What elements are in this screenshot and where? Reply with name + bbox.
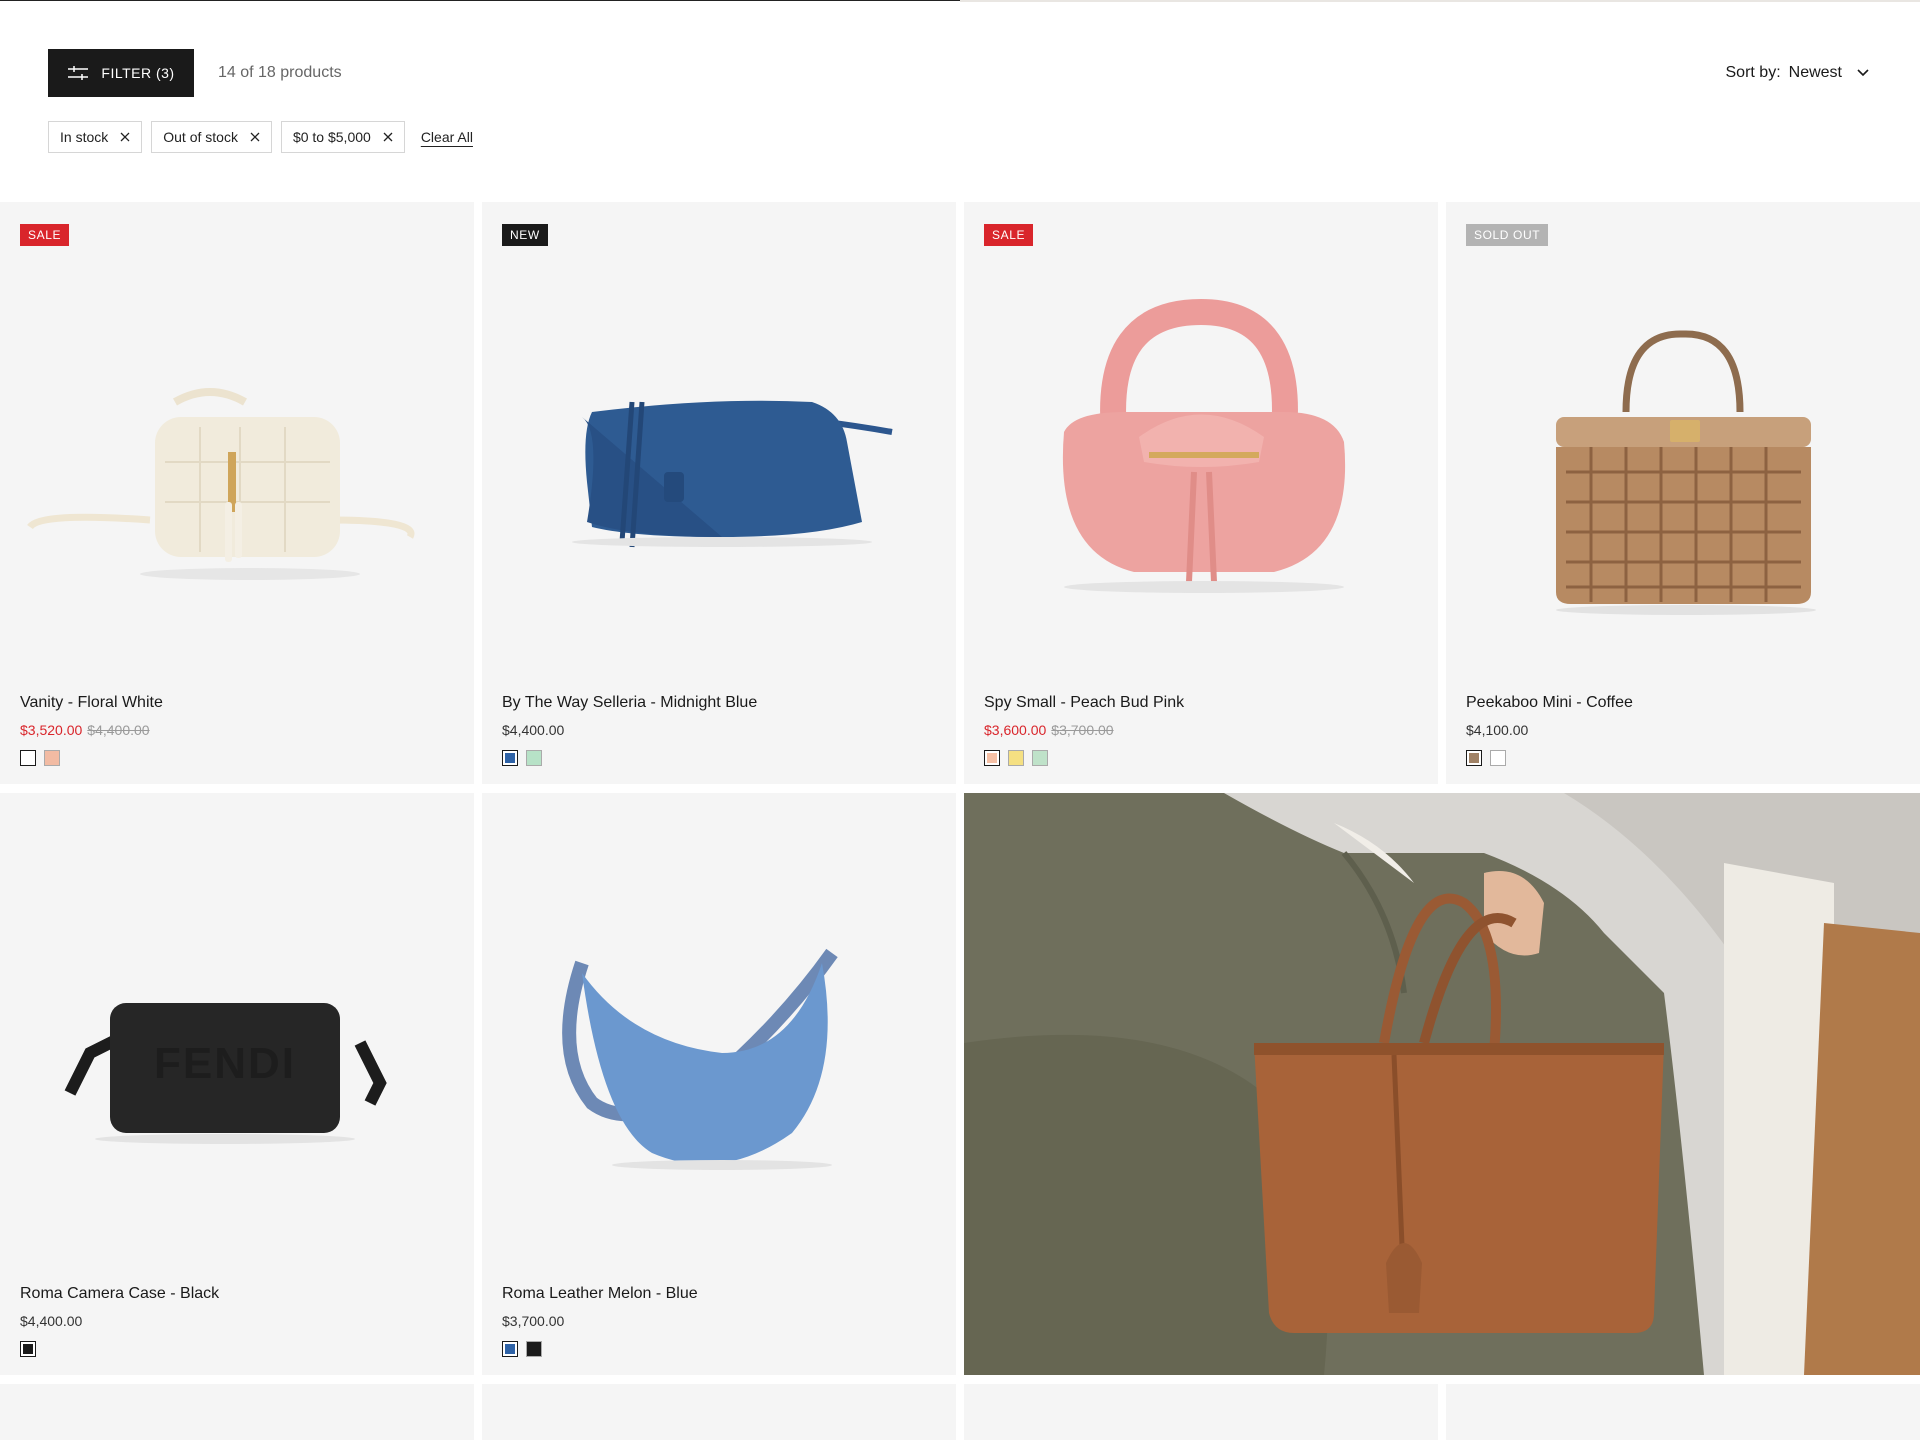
sort-value: Newest [1788,64,1842,81]
color-swatches [502,1341,936,1357]
color-swatch[interactable] [1032,750,1048,766]
chip-label: In stock [60,129,109,145]
filter-chip-price[interactable]: $0 to $5,000 [280,121,405,153]
product-price: $4,100.00 [1466,722,1529,738]
hero-image-edge [960,0,1920,2]
product-prices: $4,400.00 [20,1313,454,1329]
product-prices: $4,400.00 [502,722,936,738]
chip-label: Out of stock [163,129,238,145]
product-name[interactable]: Spy Small - Peach Bud Pink [984,694,1418,712]
product-prices: $4,100.00 [1466,722,1900,738]
active-filters: In stock Out of stock $0 to $5,000 Clear… [48,121,473,153]
product-price: $3,700.00 [502,1313,565,1329]
product-card[interactable]: NEW By The Way Selleria - Midnight Blue … [482,202,956,784]
filter-chip-out-of-stock[interactable]: Out of stock [151,121,272,153]
product-image[interactable] [482,933,956,1253]
product-name[interactable]: By The Way Selleria - Midnight Blue [502,694,936,712]
product-card[interactable]: SALE Spy Small - Peach Bud Pink $3,600.0… [964,202,1438,784]
color-swatch[interactable] [44,750,60,766]
filter-button[interactable]: FILTER (3) [48,49,194,97]
product-image[interactable]: FENDI [0,943,474,1243]
color-swatch[interactable] [526,1341,542,1357]
product-info: Vanity - Floral White $3,520.00 $4,400.0… [20,694,454,766]
sale-badge: SALE [20,224,70,246]
compare-price: $4,400.00 [87,722,150,738]
color-swatch[interactable] [984,750,1000,766]
new-badge: NEW [502,224,548,246]
product-card[interactable] [964,1384,1438,1440]
filter-chip-in-stock[interactable]: In stock [48,121,143,153]
product-price: $4,400.00 [20,1313,83,1329]
color-swatch[interactable] [1466,750,1482,766]
color-swatch[interactable] [20,750,36,766]
color-swatches [20,1341,454,1357]
color-swatch[interactable] [526,750,542,766]
product-price: $4,400.00 [502,722,565,738]
product-info: Roma Camera Case - Black $4,400.00 [20,1285,454,1357]
sold-out-badge: SOLD OUT [1466,224,1549,246]
color-swatch[interactable] [20,1341,36,1357]
product-name[interactable]: Vanity - Floral White [20,694,454,712]
compare-price: $3,700.00 [1051,722,1114,738]
product-name[interactable]: Roma Leather Melon - Blue [502,1285,936,1303]
color-swatch[interactable] [1008,750,1024,766]
color-swatches [984,750,1418,766]
sort-label: Sort by: [1725,64,1781,81]
product-prices: $3,520.00 $4,400.00 [20,722,454,738]
product-info: Roma Leather Melon - Blue $3,700.00 [502,1285,936,1357]
color-swatch[interactable] [502,1341,518,1357]
filter-button-label: FILTER (3) [101,65,175,81]
header-divider [0,0,960,1]
product-card[interactable] [1446,1384,1920,1440]
product-image[interactable] [1446,322,1920,622]
color-swatches [1466,750,1900,766]
sale-price: $3,520.00 [20,722,83,738]
lifestyle-promo-image[interactable] [964,793,1920,1375]
color-swatches [20,750,454,766]
product-info: Spy Small - Peach Bud Pink $3,600.00 $3,… [984,694,1418,766]
product-card[interactable]: Roma Leather Melon - Blue $3,700.00 [482,793,956,1375]
product-card[interactable]: SOLD OUT Peekaboo Mini - Coffee $4,100.0… [1446,202,1920,784]
sale-badge: SALE [984,224,1034,246]
product-name[interactable]: Roma Camera Case - Black [20,1285,454,1303]
product-card[interactable]: SALE Vanity - Floral White $3,520.00 $4,… [0,202,474,784]
close-icon[interactable] [250,132,260,142]
results-count: 14 of 18 products [218,64,342,81]
product-prices: $3,600.00 $3,700.00 [984,722,1418,738]
product-image[interactable] [482,342,956,642]
chip-label: $0 to $5,000 [292,129,371,145]
close-icon[interactable] [120,132,130,142]
color-swatch[interactable] [1490,750,1506,766]
close-icon[interactable] [383,132,393,142]
color-swatch[interactable] [502,750,518,766]
sale-price: $3,600.00 [984,722,1047,738]
collection-toolbar: FILTER (3) 14 of 18 products Sort by: Ne… [48,49,1872,97]
svg-text:FENDI: FENDI [154,1039,296,1088]
product-name[interactable]: Peekaboo Mini - Coffee [1466,694,1900,712]
product-info: By The Way Selleria - Midnight Blue $4,4… [502,694,936,766]
sliders-icon [68,66,89,80]
product-image[interactable] [964,292,1438,632]
product-card[interactable] [482,1384,956,1440]
chevron-down-icon [1857,69,1869,77]
product-card[interactable]: FENDI Roma Camera Case - Black $4,400.00 [0,793,474,1375]
product-image[interactable] [0,342,474,642]
sort-dropdown[interactable]: Sort by: Newest [1726,64,1871,82]
product-card[interactable] [0,1384,474,1440]
product-prices: $3,700.00 [502,1313,936,1329]
clear-all-link[interactable]: Clear All [421,129,473,145]
product-info: Peekaboo Mini - Coffee $4,100.00 [1466,694,1900,766]
color-swatches [502,750,936,766]
